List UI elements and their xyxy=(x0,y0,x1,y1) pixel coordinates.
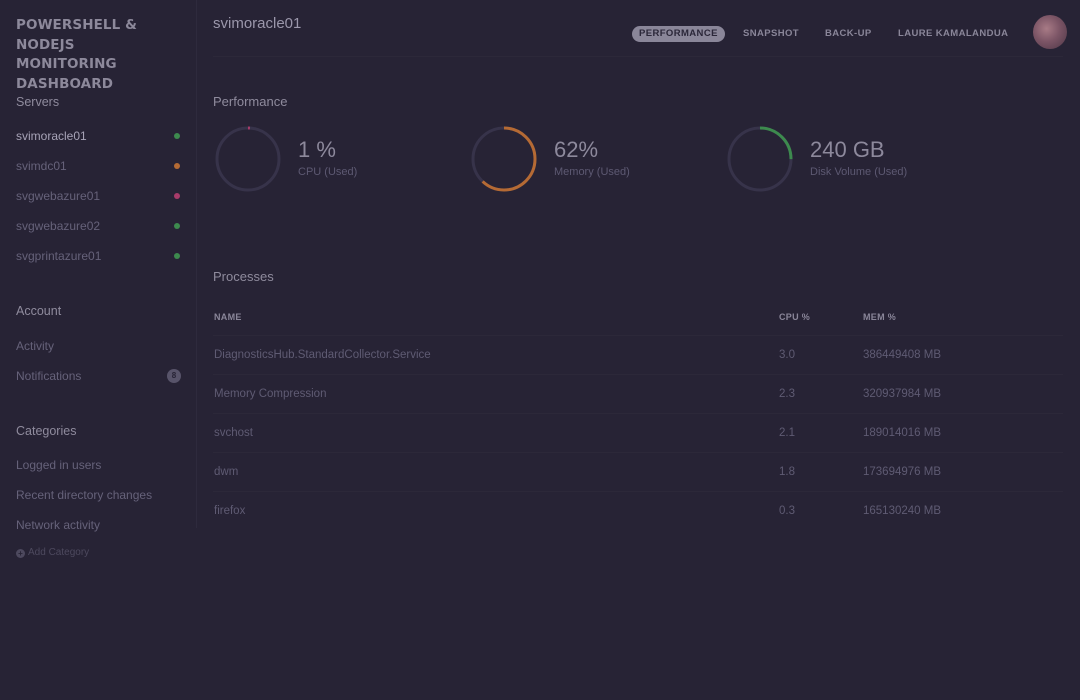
memory-label: Memory (Used) xyxy=(554,166,630,178)
sidebar-item-server-3[interactable]: svgwebazure01 xyxy=(16,186,182,206)
process-name: firefox xyxy=(214,505,246,517)
process-name: svchost xyxy=(214,427,253,439)
tab-performance[interactable]: PERFORMANCE xyxy=(632,26,725,42)
dashboard-app: POWERSHELL & NODEJS MONITORING DASHBOARD… xyxy=(0,0,1080,700)
gauge-track xyxy=(215,126,281,192)
sidebar-item-label: Network activity xyxy=(16,518,101,532)
servers-section-title: Servers xyxy=(16,95,60,109)
sidebar-item-label: Notifications xyxy=(16,369,82,383)
tab-back-up[interactable]: BACK-UP xyxy=(825,26,872,42)
sidebar-item-server-5[interactable]: svgprintazure01 xyxy=(16,246,182,266)
cpu-label: CPU (Used) xyxy=(298,166,358,178)
process-cpu: 3.0 xyxy=(779,349,795,361)
status-dot xyxy=(174,193,180,199)
sidebar-item-server-4[interactable]: svgwebazure02 xyxy=(16,216,182,236)
status-dot xyxy=(174,163,180,169)
disk-label: Disk Volume (Used) xyxy=(810,166,908,178)
table-row[interactable]: dwm 1.8 173694976 MB xyxy=(213,452,1063,491)
sidebar-item-server-2[interactable]: svimdc01 xyxy=(16,156,182,176)
sidebar-item-label: Activity xyxy=(16,339,55,353)
processes-section-title: Processes xyxy=(213,269,274,284)
column-header-name[interactable]: NAME xyxy=(214,312,242,322)
process-mem: 173694976 MB xyxy=(863,466,942,478)
column-header-mem[interactable]: MEM % xyxy=(863,312,896,322)
process-mem: 165130240 MB xyxy=(863,505,942,517)
sidebar-item-logged-in-users[interactable]: Logged in users xyxy=(16,455,182,475)
memory-value: 62% xyxy=(554,137,599,162)
table-row[interactable]: firefox 0.3 165130240 MB xyxy=(213,491,1063,530)
status-dot xyxy=(174,223,180,229)
sidebar-item-server-1[interactable]: svimoracle01 xyxy=(16,126,182,146)
process-cpu: 1.8 xyxy=(779,466,795,478)
plus-circle-icon: + xyxy=(16,549,25,558)
brand-line-2: MONITORING xyxy=(16,56,117,72)
cpu-gauge xyxy=(215,126,281,192)
process-name: Memory Compression xyxy=(214,388,327,400)
add-category-link[interactable]: + Add Category xyxy=(16,546,89,560)
process-name: DiagnosticsHub.StandardCollector.Service xyxy=(214,349,431,361)
avatar[interactable] xyxy=(1033,15,1067,49)
sidebar-item-activity[interactable]: Activity xyxy=(16,336,182,356)
sidebar-item-recent-directory-changes[interactable]: Recent directory changes xyxy=(16,485,182,505)
process-cpu: 0.3 xyxy=(779,505,795,517)
disk-value: 240 GB xyxy=(810,137,885,162)
sidebar-item-network-activity[interactable]: Network activity xyxy=(16,515,182,535)
server-name: svimoracle01 xyxy=(16,129,87,143)
process-name: dwm xyxy=(214,466,239,478)
status-dot xyxy=(174,133,180,139)
process-mem: 189014016 MB xyxy=(863,427,942,439)
add-category-label: Add Category xyxy=(28,547,90,558)
cpu-value: 1 % xyxy=(298,137,336,162)
table-row[interactable]: svchost 2.1 189014016 MB xyxy=(213,413,1063,452)
server-name: svgwebazure01 xyxy=(16,189,101,203)
user-name-link[interactable]: LAURE KAMALANDUA xyxy=(898,26,1008,42)
process-cpu: 2.3 xyxy=(779,388,795,400)
sidebar-item-notifications[interactable]: Notifications 8 xyxy=(16,366,182,386)
brand-line-3: DASHBOARD xyxy=(16,75,114,92)
sidebar: POWERSHELL & NODEJS MONITORING DASHBOARD… xyxy=(0,0,197,532)
server-name: svgprintazure01 xyxy=(16,249,102,263)
disk-gauge xyxy=(727,126,793,192)
status-dot xyxy=(174,253,180,259)
table-row[interactable]: DiagnosticsHub.StandardCollector.Service… xyxy=(213,335,1063,374)
memory-gauge xyxy=(471,126,537,192)
notification-count-badge: 8 xyxy=(167,369,181,383)
performance-section-title: Performance xyxy=(213,94,288,109)
brand-line-1: POWERSHELL & NODEJS xyxy=(16,17,137,53)
column-header-cpu[interactable]: CPU % xyxy=(779,312,810,322)
server-name: svgwebazure02 xyxy=(16,219,101,233)
brand-title: POWERSHELL & NODEJS MONITORING DASHBOARD xyxy=(16,16,191,94)
process-mem: 320937984 MB xyxy=(863,388,942,400)
process-mem: 386449408 MB xyxy=(863,349,942,361)
sidebar-item-label: Recent directory changes xyxy=(16,488,153,502)
server-name: svimdc01 xyxy=(16,159,67,173)
page-title: svimoracle01 xyxy=(213,15,302,32)
sidebar-item-label: Logged in users xyxy=(16,458,102,472)
tab-snapshot[interactable]: SNAPSHOT xyxy=(743,26,799,42)
categories-section-title: Categories xyxy=(16,424,77,438)
account-section-title: Account xyxy=(16,304,62,318)
header-divider xyxy=(213,56,1063,57)
process-cpu: 2.1 xyxy=(779,427,795,439)
table-row[interactable]: Memory Compression 2.3 320937984 MB xyxy=(213,374,1063,413)
